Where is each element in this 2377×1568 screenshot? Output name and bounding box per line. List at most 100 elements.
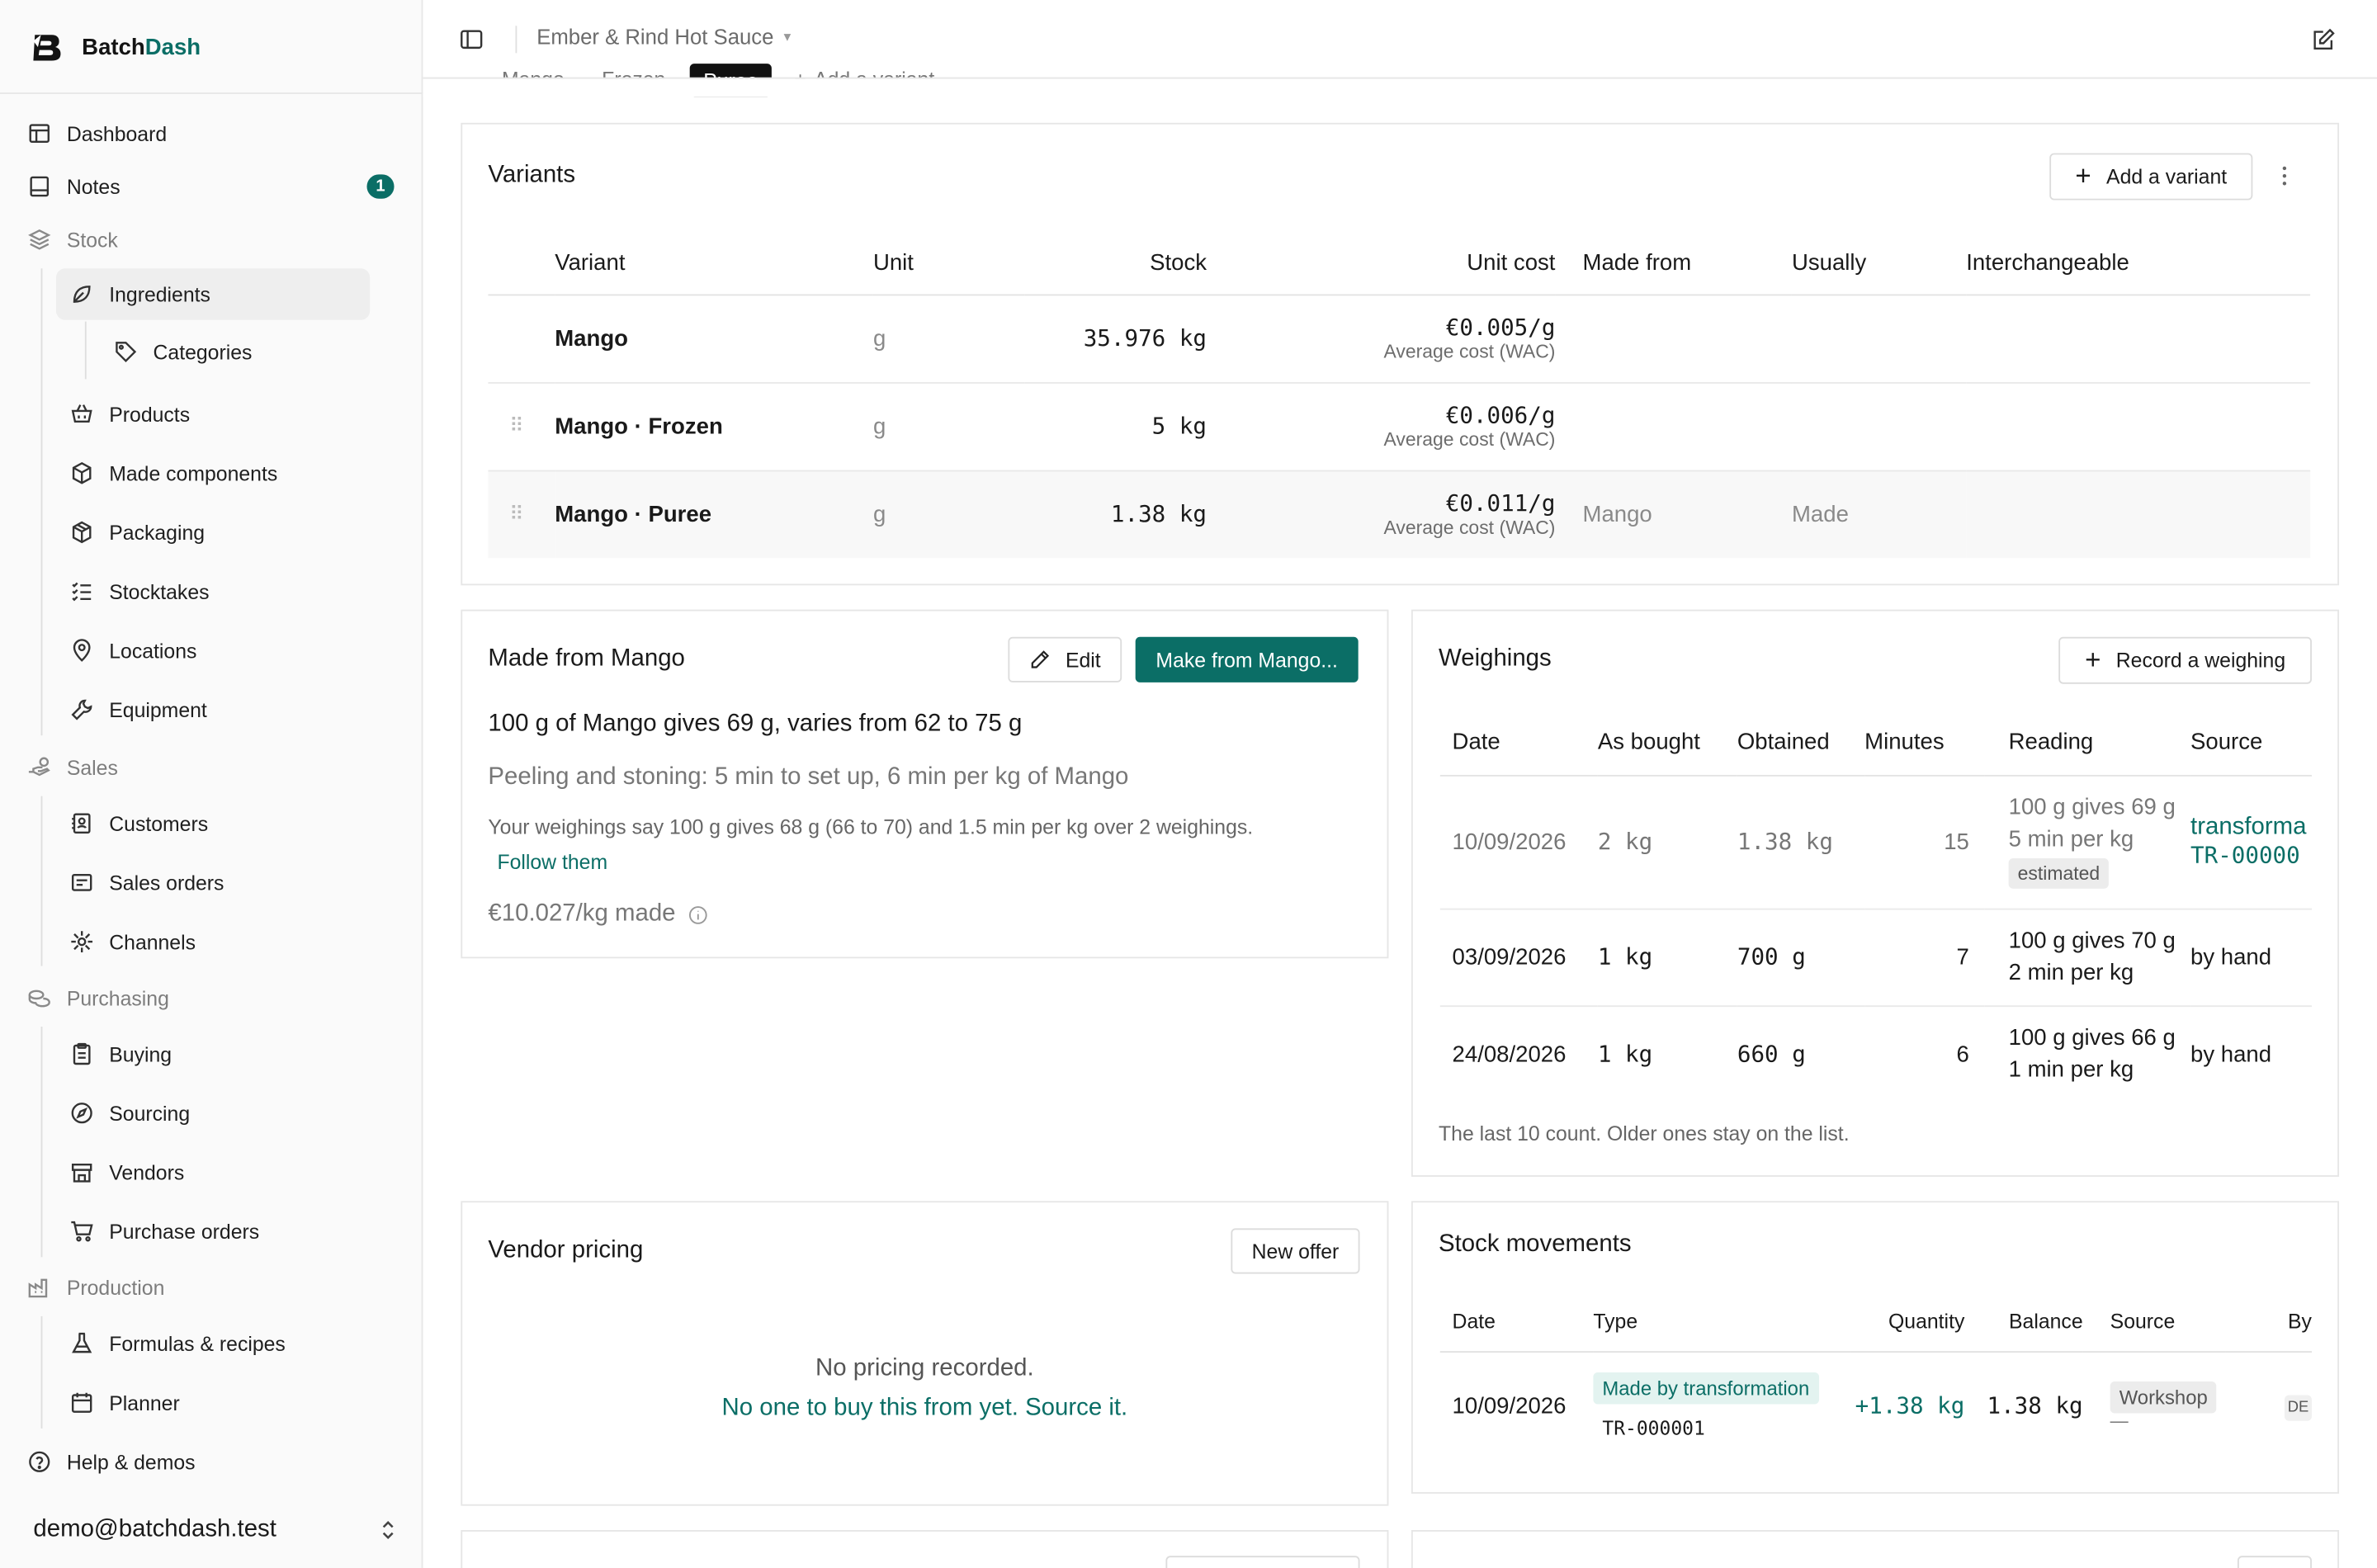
- interchangeable: [1966, 294, 2311, 383]
- tree-line: [40, 268, 43, 736]
- sidebar-group-sales[interactable]: Sales: [27, 743, 118, 791]
- toggle-sidebar-button[interactable]: [460, 27, 484, 59]
- sidebar-item-categories[interactable]: Categories: [114, 328, 252, 376]
- checklist-icon: [69, 579, 93, 603]
- tag-icon: [114, 340, 138, 364]
- sidebar-item-help[interactable]: Help & demos: [27, 1438, 196, 1486]
- cost-method: Average cost (WAC): [1383, 341, 1556, 363]
- sidebar-group-production[interactable]: Production: [27, 1263, 164, 1312]
- follow-them-link[interactable]: Follow them: [497, 851, 607, 874]
- next-card-button[interactable]: [1165, 1556, 1360, 1568]
- more-options-button[interactable]: [2274, 163, 2295, 197]
- movement-type-cell: Made by transformation TR-000001: [1593, 1351, 1850, 1460]
- user-menu[interactable]: demo@batchdash.test: [33, 1510, 397, 1550]
- drag-handle-icon[interactable]: ⠿: [488, 470, 555, 559]
- cart-icon: [69, 1219, 93, 1243]
- sidebar-item-buying[interactable]: Buying: [69, 1030, 172, 1079]
- weighing-obtained: 660 g: [1737, 1040, 1806, 1069]
- record-weighing-button[interactable]: + Record a weighing: [2058, 636, 2312, 684]
- table-header-row: Date As bought Obtained Minutes Reading …: [1439, 711, 2312, 776]
- sidebar-item-label: Sourcing: [109, 1101, 191, 1125]
- weighing-minutes: 6: [1956, 1041, 1969, 1068]
- table-row[interactable]: 24/08/2026 1 kg 660 g 6 100 g gives 66 g…: [1440, 1005, 2312, 1103]
- column-header: Unit: [872, 232, 1025, 295]
- next-card-button[interactable]: [2237, 1556, 2312, 1568]
- sidebar-item-label: Stocktakes: [109, 579, 210, 603]
- network-icon: [69, 929, 93, 953]
- movement-ref[interactable]: TR-000001: [1593, 1417, 1850, 1440]
- sidebar-item-vendors[interactable]: Vendors: [69, 1148, 184, 1197]
- weighing-obtained: 700 g: [1737, 908, 1865, 1007]
- table-row[interactable]: 10/09/2026 Made by transformation TR-000…: [1440, 1351, 2312, 1460]
- source-detail: —: [2110, 1410, 2129, 1432]
- weighing-source: by hand: [2190, 908, 2312, 1007]
- table-row[interactable]: 10/09/2026 2 kg 1.38 kg 15 100 g gives 6…: [1439, 774, 2312, 909]
- reading-yield: 100 g gives 69 g: [2008, 794, 2176, 821]
- sidebar-item-locations[interactable]: Locations: [69, 626, 196, 675]
- reading-time: 5 min per kg: [2008, 826, 2134, 852]
- table-header-row: Date Type Quantity Balance Source By: [1439, 1293, 2312, 1353]
- sidebar-item-channels[interactable]: Channels: [69, 918, 196, 966]
- breadcrumb-org: Ember & Rind Hot Sauce: [536, 24, 774, 49]
- sidebar-item-planner[interactable]: Planner: [69, 1378, 180, 1427]
- transformation-ref-link[interactable]: TR-00000: [2190, 842, 2312, 869]
- compass-icon: [69, 1101, 93, 1125]
- column-header: Date: [1439, 1293, 1594, 1353]
- next-card: [1411, 1530, 2340, 1568]
- notes-count-badge: 1: [366, 174, 395, 199]
- make-from-button[interactable]: Make from Mango...: [1135, 636, 1359, 682]
- weighing-source-cell: transforma TR-00000: [2190, 774, 2312, 909]
- made-from: [1555, 294, 1792, 383]
- package-icon: [69, 520, 93, 544]
- sidebar-item-made-components[interactable]: Made components: [69, 449, 277, 498]
- variant-stock: 5 kg: [1024, 382, 1207, 471]
- sidebar-group-purchasing[interactable]: Purchasing: [27, 974, 169, 1023]
- sidebar-item-dashboard[interactable]: Dashboard: [27, 109, 167, 158]
- sidebar-group-stock[interactable]: Stock: [27, 215, 118, 264]
- edit-button[interactable]: Edit: [1008, 636, 1122, 682]
- new-offer-button[interactable]: New offer: [1231, 1228, 1360, 1274]
- sidebar: BatchDash Dashboard Notes 1 Stock Ingred…: [0, 0, 423, 1568]
- tree-line: [40, 1315, 43, 1429]
- column-header: Variant: [555, 232, 873, 295]
- column-header: Quantity: [1850, 1293, 1965, 1353]
- sidebar-item-purchase-orders[interactable]: Purchase orders: [69, 1207, 259, 1256]
- new-note-button[interactable]: [2312, 27, 2336, 59]
- info-icon[interactable]: [688, 904, 707, 924]
- sidebar-item-label: Notes: [66, 175, 121, 198]
- brand[interactable]: BatchDash: [31, 27, 201, 67]
- sidebar-item-products[interactable]: Products: [69, 390, 190, 438]
- sidebar-item-customers[interactable]: Customers: [69, 799, 208, 848]
- sidebar-item-packaging[interactable]: Packaging: [69, 508, 205, 557]
- table-row-selected[interactable]: ⠿ Mango · Puree g 1.38 kg €0.011/g Avera…: [488, 470, 2311, 559]
- reading-time: 1 min per kg: [2008, 1057, 2134, 1084]
- movement-user-cell: DE: [2225, 1351, 2312, 1460]
- pencil-icon: [1031, 650, 1049, 668]
- source-it-link[interactable]: No one to buy this from yet. Source it.: [461, 1396, 1388, 1423]
- sidebar-item-label: Products: [109, 402, 191, 426]
- table-row[interactable]: 03/09/2026 1 kg 700 g 7 100 g gives 70 g…: [1439, 908, 2312, 1007]
- sidebar-item-sourcing[interactable]: Sourcing: [69, 1089, 190, 1137]
- column-header: Stock: [1024, 232, 1207, 295]
- transformation-link[interactable]: transforma: [2190, 815, 2312, 842]
- no-pricing-message: No pricing recorded.: [815, 1355, 1034, 1381]
- sidebar-item-ingredients[interactable]: Ingredients: [55, 268, 371, 320]
- sidebar-item-stocktakes[interactable]: Stocktakes: [69, 567, 210, 616]
- sidebar-item-label: Channels: [109, 930, 196, 953]
- column-header: Minutes: [1864, 711, 1985, 776]
- breadcrumb[interactable]: Ember & Rind Hot Sauce ▼: [536, 24, 793, 48]
- sidebar-item-label: Sales orders: [109, 871, 224, 895]
- sidebar-item-sales-orders[interactable]: Sales orders: [69, 858, 224, 907]
- column-header: Source: [2190, 711, 2312, 776]
- sidebar-item-formulas[interactable]: Formulas & recipes: [69, 1320, 286, 1368]
- reading-yield: 100 g gives 66 g: [2008, 1025, 2176, 1051]
- sidebar-item-notes[interactable]: Notes: [27, 163, 121, 211]
- drag-handle-icon[interactable]: ⠿: [488, 382, 555, 471]
- weighing-as-bought: 2 kg: [1597, 774, 1737, 909]
- sidebar-item-label: Help & demos: [66, 1450, 196, 1474]
- sidebar-item-equipment[interactable]: Equipment: [69, 686, 207, 734]
- table-row[interactable]: ⠿ Mango · Frozen g 5 kg €0.006/g Average…: [488, 382, 2311, 471]
- add-variant-button[interactable]: + Add a variant: [2049, 153, 2253, 201]
- table-row[interactable]: Mango g 35.976 kg €0.005/g Average cost …: [488, 294, 2311, 383]
- variant-stock: 35.976 kg: [1024, 294, 1207, 383]
